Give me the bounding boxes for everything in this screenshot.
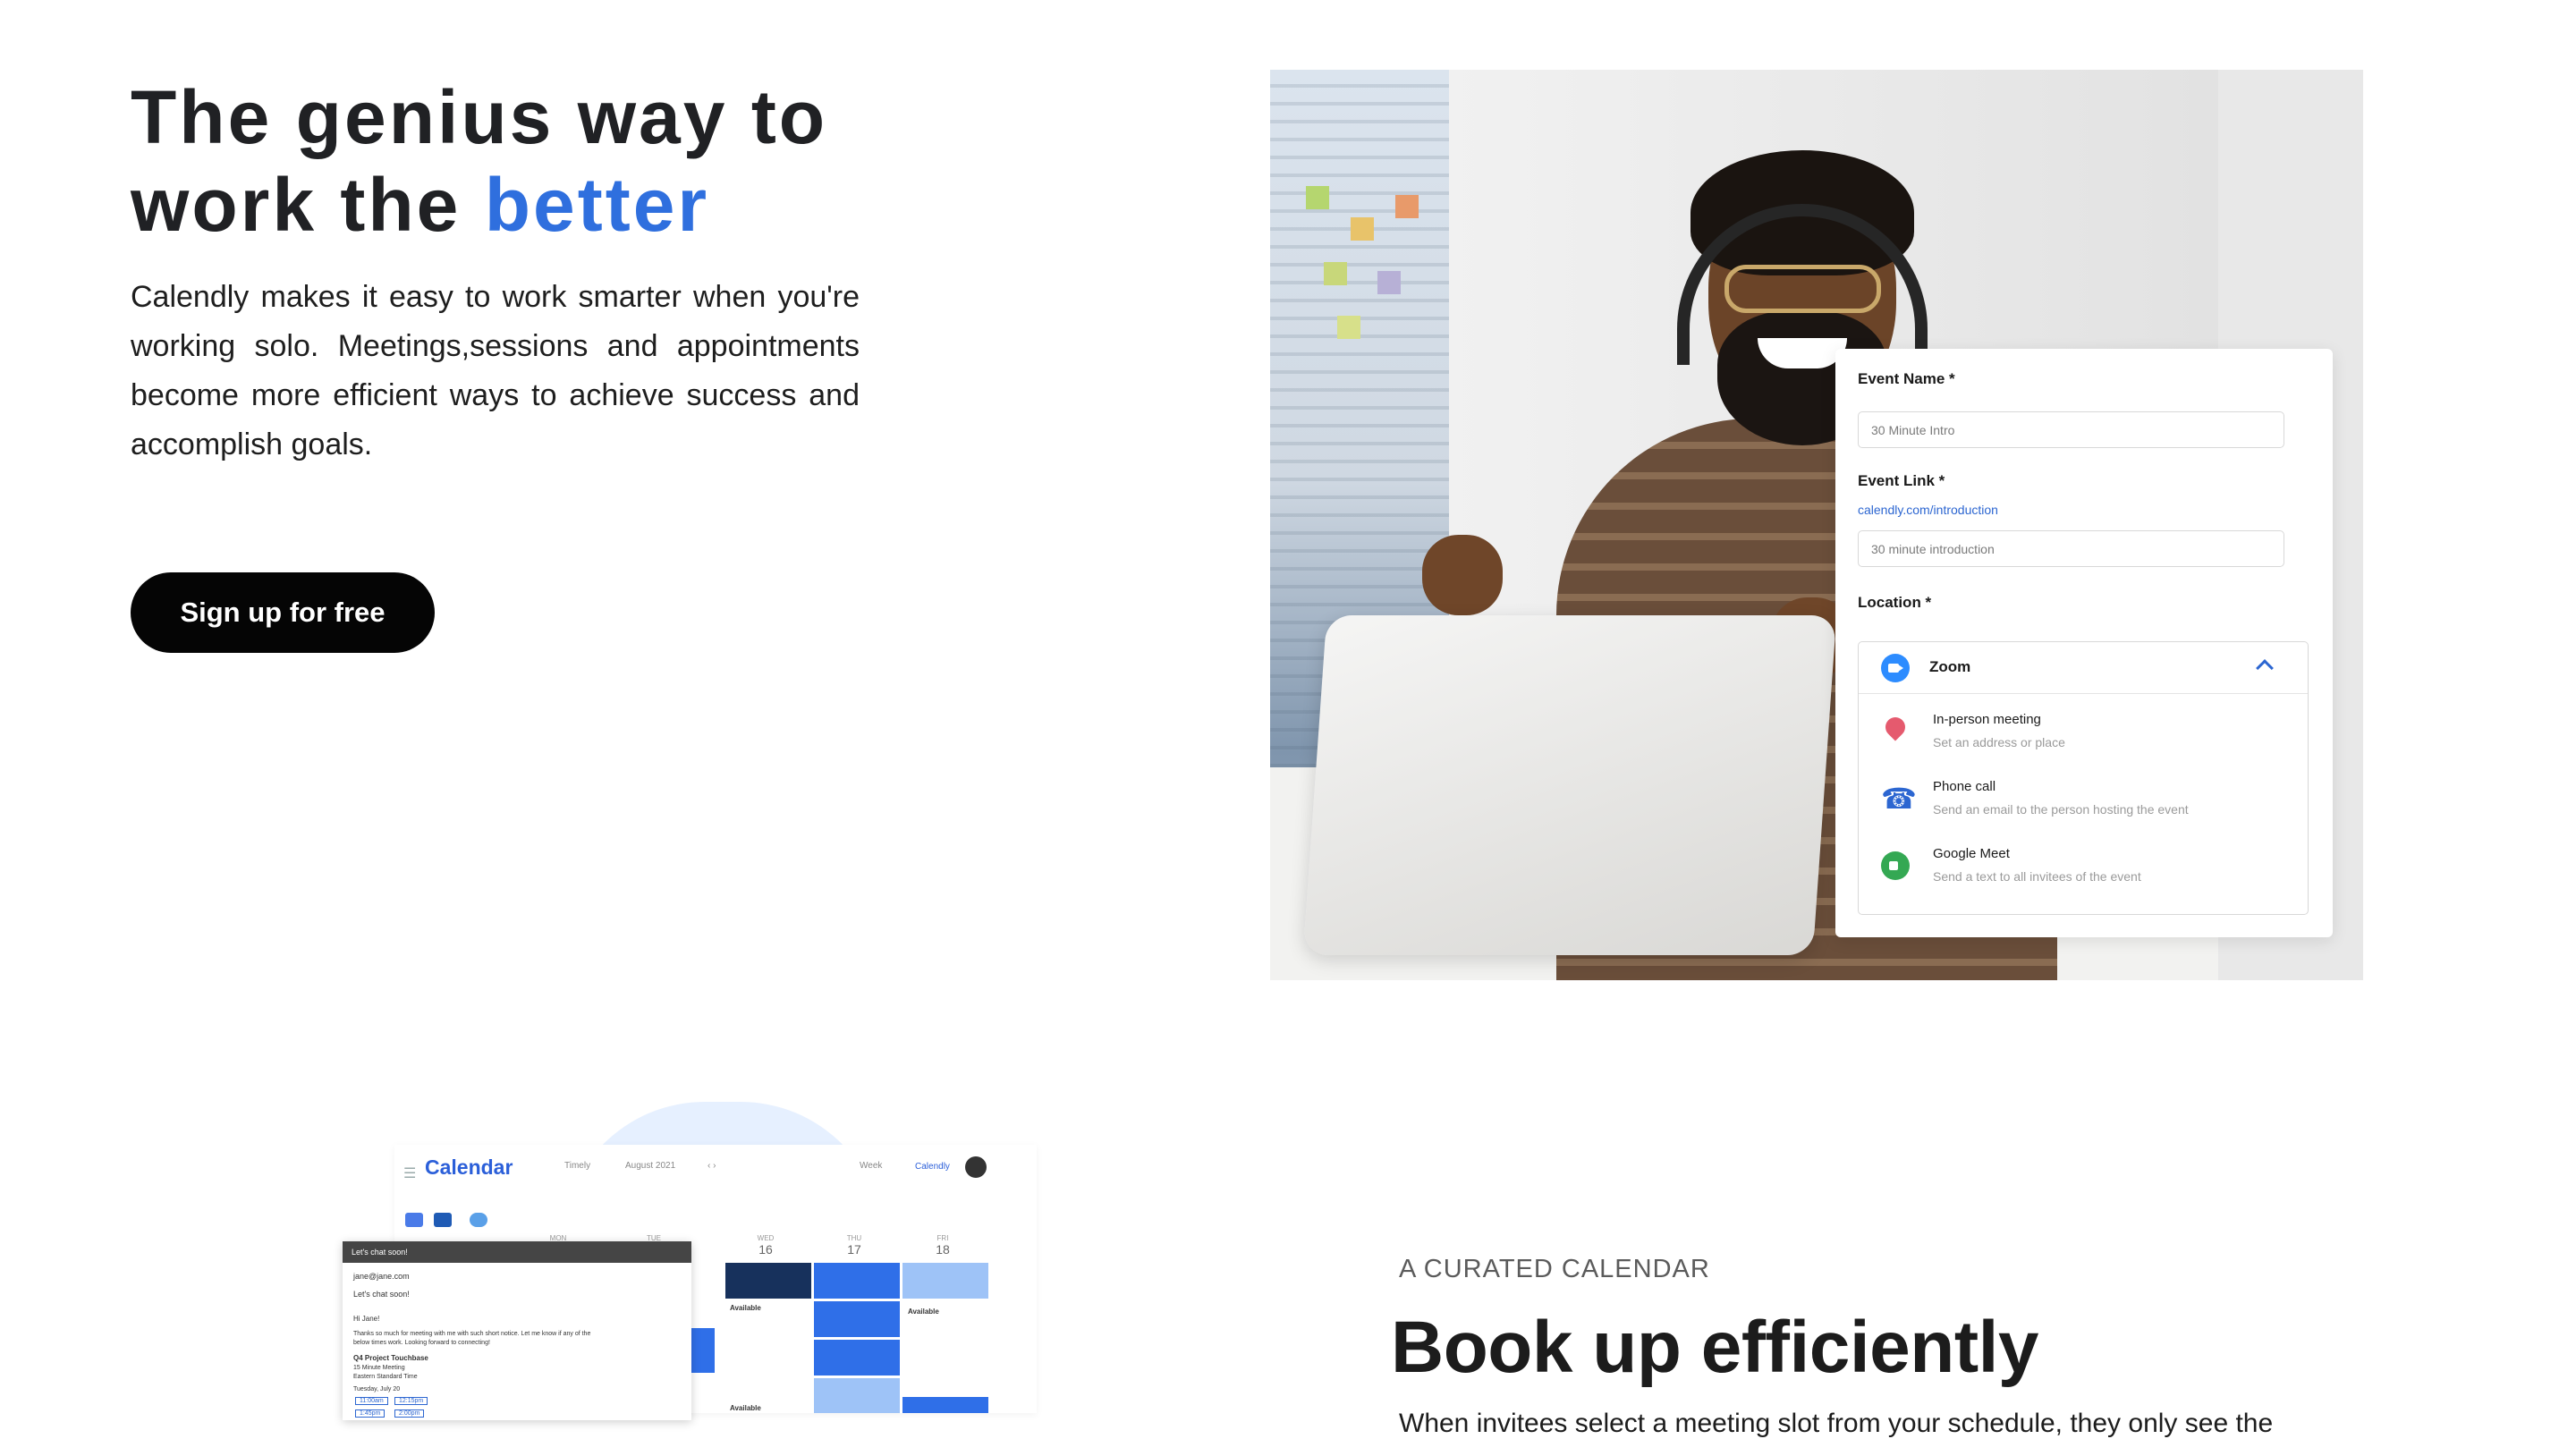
hero-title-accent: better bbox=[484, 163, 710, 247]
event-link-label: Event Link * bbox=[1858, 472, 1945, 489]
location-option-phone[interactable]: ☎ Phone call Send an email to the person… bbox=[1859, 774, 2308, 836]
event-link-url[interactable]: calendly.com/introduction bbox=[1858, 503, 1998, 517]
calendar-slot bbox=[814, 1301, 900, 1337]
month-label: August 2021 bbox=[625, 1161, 676, 1171]
location-label: Location * bbox=[1858, 594, 1932, 611]
email-compose-window: Let's chat soon! jane@jane.com Let's cha… bbox=[343, 1241, 691, 1420]
option-subtitle: Send a text to all invitees of the event bbox=[1933, 869, 2141, 884]
hero-title-line2-prefix: work the bbox=[131, 163, 485, 247]
location-option-google-meet[interactable]: Google Meet Send a text to all invitees … bbox=[1859, 841, 2308, 903]
option-subtitle: Set an address or place bbox=[1933, 735, 2065, 749]
time-slot[interactable]: 1:45pm bbox=[355, 1409, 386, 1418]
chevron-up-icon[interactable] bbox=[2256, 659, 2274, 677]
option-title: Google Meet bbox=[1933, 846, 2010, 861]
day-header: WED 16 bbox=[757, 1234, 775, 1257]
hero-title-line1: The genius way to bbox=[131, 75, 828, 159]
available-label: Available bbox=[730, 1304, 761, 1312]
sign-up-button[interactable]: Sign up for free bbox=[131, 572, 435, 653]
email-body: Thanks so much for meeting with me with … bbox=[353, 1331, 591, 1337]
option-title: Phone call bbox=[1933, 779, 1996, 794]
calendar-slot bbox=[725, 1263, 811, 1299]
section-eyebrow: A CURATED CALENDAR bbox=[1399, 1255, 1710, 1283]
icloud-icon bbox=[470, 1213, 487, 1227]
email-to: jane@jane.com bbox=[353, 1272, 410, 1281]
filter-select: Week bbox=[860, 1161, 883, 1171]
map-pin-icon bbox=[1881, 713, 1910, 741]
location-selected: Zoom bbox=[1929, 658, 1971, 675]
calendar-slot bbox=[814, 1263, 900, 1299]
calendar-slot bbox=[814, 1378, 900, 1413]
meeting-date: Tuesday, July 20 bbox=[353, 1386, 401, 1392]
google-calendar-icon bbox=[405, 1213, 423, 1227]
meeting-timezone: Eastern Standard Time bbox=[353, 1374, 418, 1380]
location-select[interactable]: Zoom bbox=[1859, 642, 2308, 694]
calendar-slot bbox=[902, 1263, 988, 1299]
day-header: THU 17 bbox=[846, 1234, 862, 1257]
meeting-name: Q4 Project Touchbase bbox=[353, 1354, 428, 1362]
option-subtitle: Send an email to the person hosting the … bbox=[1933, 802, 2189, 817]
time-slot[interactable]: 11:00am bbox=[355, 1397, 388, 1405]
section-title: Book up efficiently bbox=[1391, 1307, 2039, 1388]
time-slot[interactable]: 2:00pm bbox=[394, 1409, 425, 1418]
location-option-in-person[interactable]: In-person meeting Set an address or plac… bbox=[1859, 707, 2308, 769]
event-name-input[interactable] bbox=[1858, 411, 2284, 448]
time-slot[interactable]: 12:15pm bbox=[394, 1397, 428, 1405]
outlook-icon bbox=[434, 1213, 452, 1227]
calendly-badge: Calendly bbox=[915, 1162, 950, 1172]
email-body: below times work. Looking forward to con… bbox=[353, 1340, 490, 1346]
laptop bbox=[1302, 615, 1837, 955]
event-name-label: Event Name * bbox=[1858, 370, 1955, 387]
section-description: When invitees select a meeting slot from… bbox=[1399, 1409, 2274, 1438]
day-header: FRI 18 bbox=[936, 1234, 950, 1257]
option-title: In-person meeting bbox=[1933, 712, 2041, 727]
nav-arrows-icon: ‹ › bbox=[708, 1161, 716, 1171]
menu-icon: ☰ bbox=[403, 1166, 417, 1181]
calendar-slot bbox=[902, 1397, 988, 1413]
event-link-input[interactable] bbox=[1858, 530, 2284, 567]
event-form-card: Event Name * Event Link * calendly.com/i… bbox=[1835, 349, 2333, 937]
hero-title: The genius way to work the better bbox=[131, 73, 936, 249]
email-greeting: Hi Jane! bbox=[353, 1315, 380, 1323]
email-subject: Let's chat soon! bbox=[353, 1290, 410, 1299]
phone-icon: ☎ bbox=[1881, 783, 1917, 815]
meeting-length: 15 Minute Meeting bbox=[353, 1365, 405, 1371]
calendar-title: Calendar bbox=[425, 1155, 513, 1179]
google-meet-icon bbox=[1881, 851, 1910, 880]
avatar bbox=[965, 1156, 987, 1178]
available-label: Available bbox=[908, 1308, 939, 1316]
view-select: Timely bbox=[564, 1161, 591, 1171]
calendar-slot bbox=[814, 1340, 900, 1376]
zoom-icon bbox=[1881, 654, 1910, 682]
hero-description: Calendly makes it easy to work smarter w… bbox=[131, 280, 860, 461]
location-dropdown: Zoom In-person meeting Set an address or… bbox=[1858, 641, 2309, 915]
email-header: Let's chat soon! bbox=[343, 1241, 691, 1263]
